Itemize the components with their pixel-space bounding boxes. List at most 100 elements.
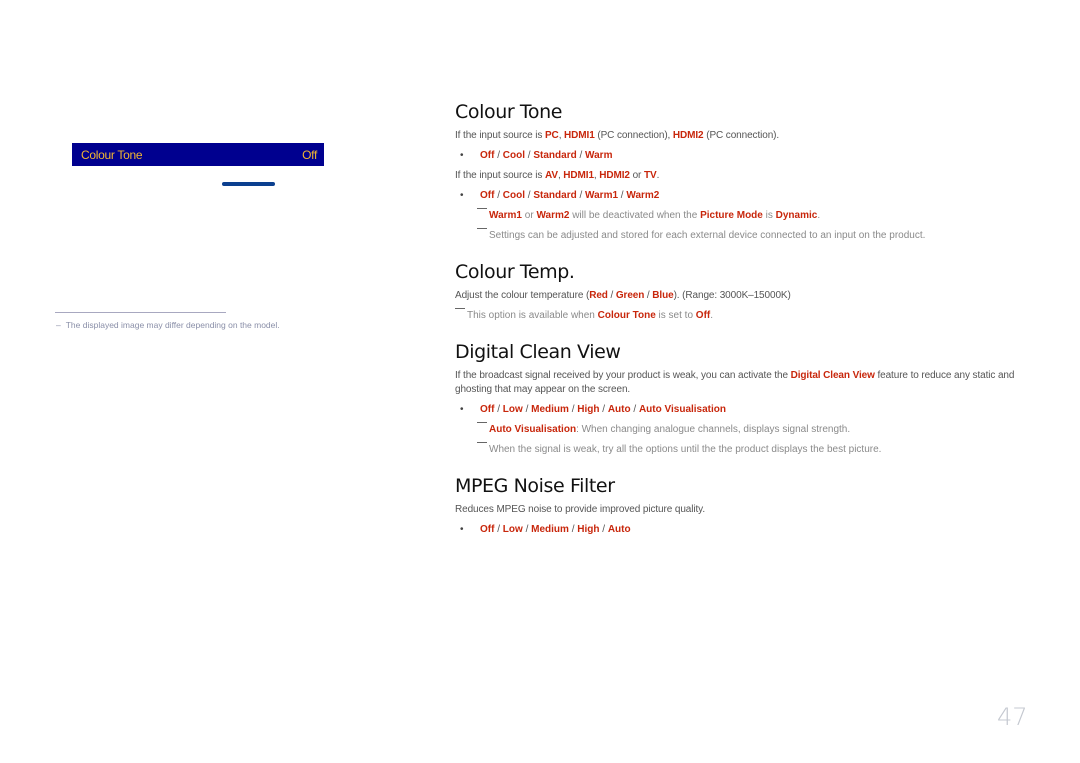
hl-green: Green [615, 290, 645, 301]
option-standard: Standard [533, 190, 577, 201]
text: . [817, 210, 821, 221]
options-list: • Off / Low / Medium / High / Auto / Auto… [455, 400, 1035, 420]
option-separator: / [494, 190, 503, 201]
osd-menu-indicator [222, 182, 275, 186]
text: : When changing analogue channels, displ… [576, 424, 851, 435]
text: If the broadcast signal received by your… [455, 370, 791, 381]
hl-hdmi2: HDMI2 [599, 170, 630, 181]
options-list: • Off / Low / Medium / High / Auto [455, 520, 1035, 540]
text: . [656, 170, 660, 181]
option-cool: Cool [502, 150, 526, 161]
hl-red: Red [589, 290, 608, 301]
heading-mpeg-noise-filter: MPEG Noise Filter [455, 475, 615, 497]
footnote-divider [55, 312, 226, 313]
hl-picture-mode: Picture Mode [700, 210, 763, 221]
option-warm2: Warm2 [626, 190, 660, 201]
options: Off / Cool / Standard / Warm [480, 150, 612, 161]
option-separator: / [599, 524, 608, 535]
option-low: Low [502, 404, 523, 415]
option-auto: Auto [607, 524, 631, 535]
option-low: Low [502, 524, 523, 535]
option-auto-visualisation: Auto Visualisation [638, 404, 727, 415]
options-list: • Off / Cool / Standard / Warm [455, 146, 1035, 166]
section-digital-clean-view: Digital Clean View If the broadcast sign… [455, 338, 1035, 460]
text: is set to [655, 310, 696, 321]
option-off: Off [480, 524, 495, 535]
heading-colour-temp: Colour Temp. [455, 261, 575, 283]
footnote-text: The displayed image may differ depending… [65, 320, 280, 330]
option-off: Off [480, 404, 495, 415]
options: Off / Cool / Standard / Warm1 / Warm2 [480, 190, 659, 201]
digital-clean-view-description: If the broadcast signal received by your… [455, 366, 1035, 400]
option-warm1: Warm1 [585, 190, 619, 201]
option-off: Off [480, 150, 495, 161]
options-list: • Off / Cool / Standard / Warm1 / Warm2 [455, 186, 1035, 206]
option-high: High [577, 404, 600, 415]
option-separator: / [576, 190, 586, 201]
option-medium: Medium [531, 524, 569, 535]
option-separator: / [494, 524, 503, 535]
option-warm: Warm [585, 150, 613, 161]
note-weak-signal: When the signal is weak, try all the opt… [455, 440, 1035, 460]
bullet-icon: • [460, 524, 464, 535]
hl-hdmi1: HDMI1 [563, 170, 594, 181]
hl-blue: Blue [652, 290, 674, 301]
osd-menu-item-label: Colour Tone [81, 147, 143, 162]
option-high: High [577, 524, 600, 535]
option-separator: / [522, 404, 532, 415]
section-colour-tone: Colour Tone If the input source is PC, H… [455, 98, 1035, 246]
option-medium: Medium [531, 404, 569, 415]
hl-auto-visualisation: Auto Visualisation [489, 424, 577, 435]
text: / [607, 290, 616, 301]
option-separator: / [568, 524, 578, 535]
footnote-dash: – [56, 320, 61, 330]
section-colour-temp: Colour Temp. Adjust the colour temperatu… [455, 258, 1035, 326]
option-separator: / [576, 150, 586, 161]
bullet-icon: • [460, 150, 464, 161]
mpeg-noise-filter-description: Reduces MPEG noise to provide improved p… [455, 504, 705, 515]
note-dash-icon [477, 228, 487, 229]
note-colour-tone-off: This option is available when Colour Ton… [455, 306, 1035, 326]
text: or [521, 210, 537, 221]
text: will be deactivated when the [569, 210, 701, 221]
text: . [710, 310, 714, 321]
osd-menu-item-colour-tone: Colour Tone Off [72, 143, 324, 166]
text: is [762, 210, 776, 221]
hl-hdmi2: HDMI2 [672, 130, 704, 141]
text: (PC connection). [703, 130, 780, 141]
option-separator: / [494, 150, 503, 161]
option-separator: / [599, 404, 608, 415]
section-mpeg-noise-filter: MPEG Noise Filter Reduces MPEG noise to … [455, 472, 1035, 540]
option-separator: / [494, 404, 503, 415]
note-dash-icon [477, 422, 487, 423]
option-off: Off [480, 190, 495, 201]
text: This option is available when [467, 310, 598, 321]
option-standard: Standard [533, 150, 577, 161]
hl-colour-tone: Colour Tone [597, 310, 656, 321]
note-auto-visualisation: Auto Visualisation: When changing analog… [455, 420, 1035, 440]
hl-warm2: Warm2 [536, 210, 570, 221]
hl-hdmi1: HDMI1 [564, 130, 595, 141]
text: If the input source is [455, 170, 545, 181]
text: If the input source is [455, 130, 545, 141]
text: When the signal is weak, try all the opt… [489, 444, 882, 455]
bullet-icon: • [460, 190, 464, 201]
note-settings-stored: Settings can be adjusted and stored for … [455, 226, 1035, 246]
hl-digital-clean-view: Digital Clean View [790, 370, 875, 381]
option-auto: Auto [607, 404, 631, 415]
text: Settings can be adjusted and stored for … [489, 230, 926, 241]
colour-tone-av-sources: If the input source is AV, HDMI1, HDMI2 … [455, 166, 1035, 186]
options: Off / Low / Medium / High / Auto / Auto … [480, 404, 726, 415]
options: Off / Low / Medium / High / Auto [480, 524, 631, 535]
bullet-icon: • [460, 404, 464, 415]
footnote: – The displayed image may differ dependin… [56, 320, 280, 330]
hl-av: AV [544, 170, 558, 181]
text: (PC connection), [594, 130, 673, 141]
hl-warm1: Warm1 [489, 210, 522, 221]
heading-digital-clean-view: Digital Clean View [455, 341, 621, 363]
option-separator: / [568, 404, 578, 415]
text: Adjust the colour temperature ( [455, 290, 590, 301]
hl-tv: TV [643, 170, 657, 181]
option-cool: Cool [502, 190, 526, 201]
text: or [629, 170, 644, 181]
